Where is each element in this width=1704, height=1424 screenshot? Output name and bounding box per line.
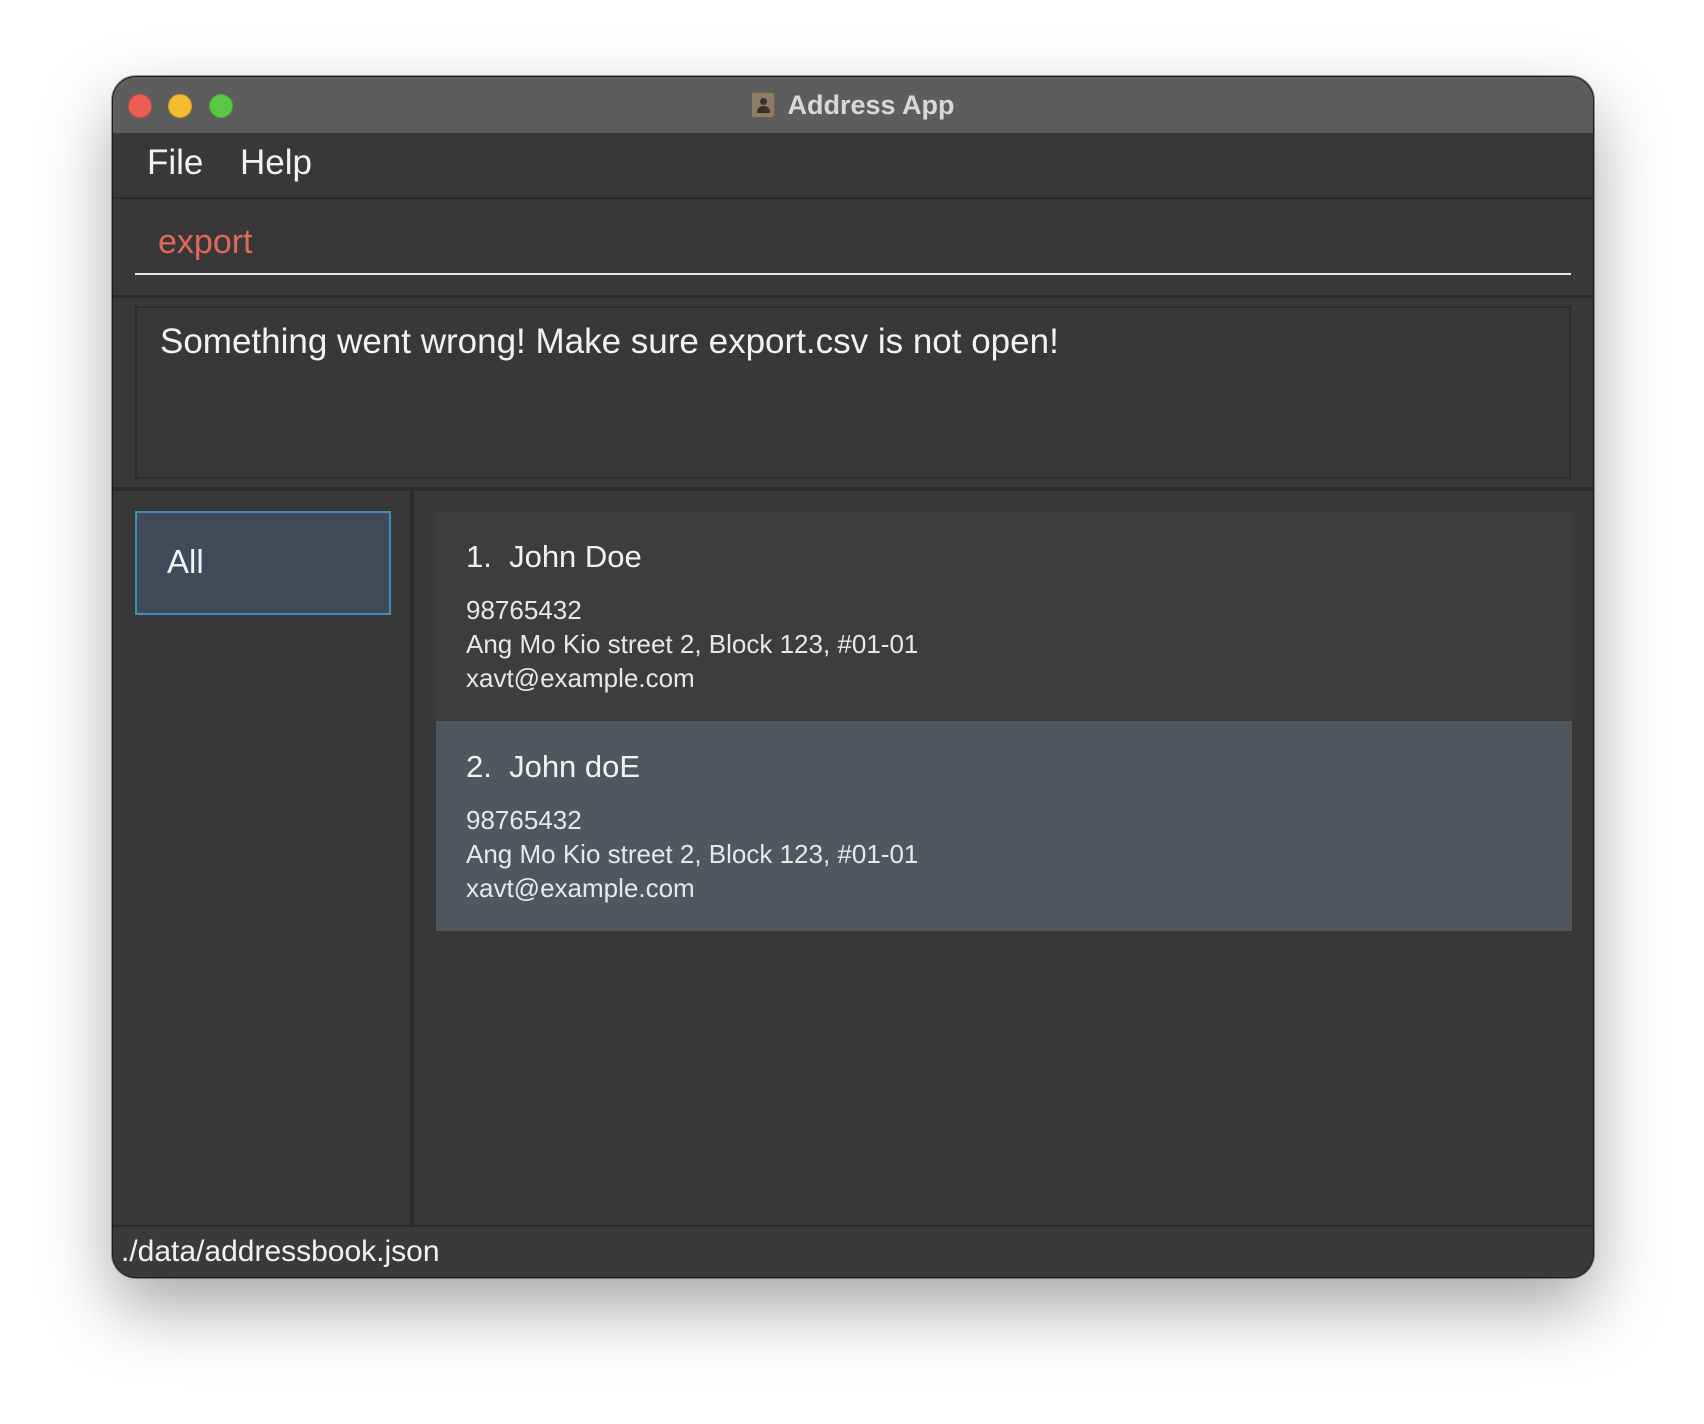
command-box-panel: export xyxy=(113,199,1593,298)
person-card[interactable]: 1. John Doe 98765432 Ang Mo Kio street 2… xyxy=(436,511,1572,721)
result-display-box[interactable]: Something went wrong! Make sure export.c… xyxy=(135,306,1571,479)
main-content: All 1. John Doe 98765432 Ang Mo Kio stre… xyxy=(113,491,1593,1225)
person-email: xavt@example.com xyxy=(466,873,695,903)
menu-file[interactable]: File xyxy=(147,143,203,183)
person-list[interactable]: 1. John Doe 98765432 Ang Mo Kio street 2… xyxy=(414,491,1593,1225)
status-bar: ./data/addressbook.json xyxy=(113,1225,1593,1277)
person-address: Ang Mo Kio street 2, Block 123, #01-01 xyxy=(466,839,919,869)
result-message: Something went wrong! Make sure export.c… xyxy=(160,322,1059,361)
person-name: 2. John doE xyxy=(466,749,641,784)
window-title-group: Address App xyxy=(113,77,1593,133)
menu-help[interactable]: Help xyxy=(240,143,312,183)
command-input[interactable]: export xyxy=(135,209,1571,275)
address-book-icon xyxy=(751,92,776,118)
save-file-path: ./data/addressbook.json xyxy=(121,1235,440,1268)
person-card-selected[interactable]: 2. John doE 98765432 Ang Mo Kio street 2… xyxy=(436,721,1572,931)
app-window: Address App File Help export Something w… xyxy=(112,76,1594,1278)
person-name: 1. John Doe xyxy=(466,539,642,574)
person-address: Ang Mo Kio street 2, Block 123, #01-01 xyxy=(466,629,919,659)
result-display-panel: Something went wrong! Make sure export.c… xyxy=(113,298,1593,491)
window-title: Address App xyxy=(787,89,955,120)
tag-sidebar: All xyxy=(113,491,414,1225)
sidebar-item-all[interactable]: All xyxy=(135,511,391,615)
person-email: xavt@example.com xyxy=(466,663,695,693)
person-phone: 98765432 xyxy=(466,595,582,625)
title-bar: Address App xyxy=(113,77,1593,134)
menu-bar: File Help xyxy=(113,133,1593,199)
person-phone: 98765432 xyxy=(466,805,582,835)
